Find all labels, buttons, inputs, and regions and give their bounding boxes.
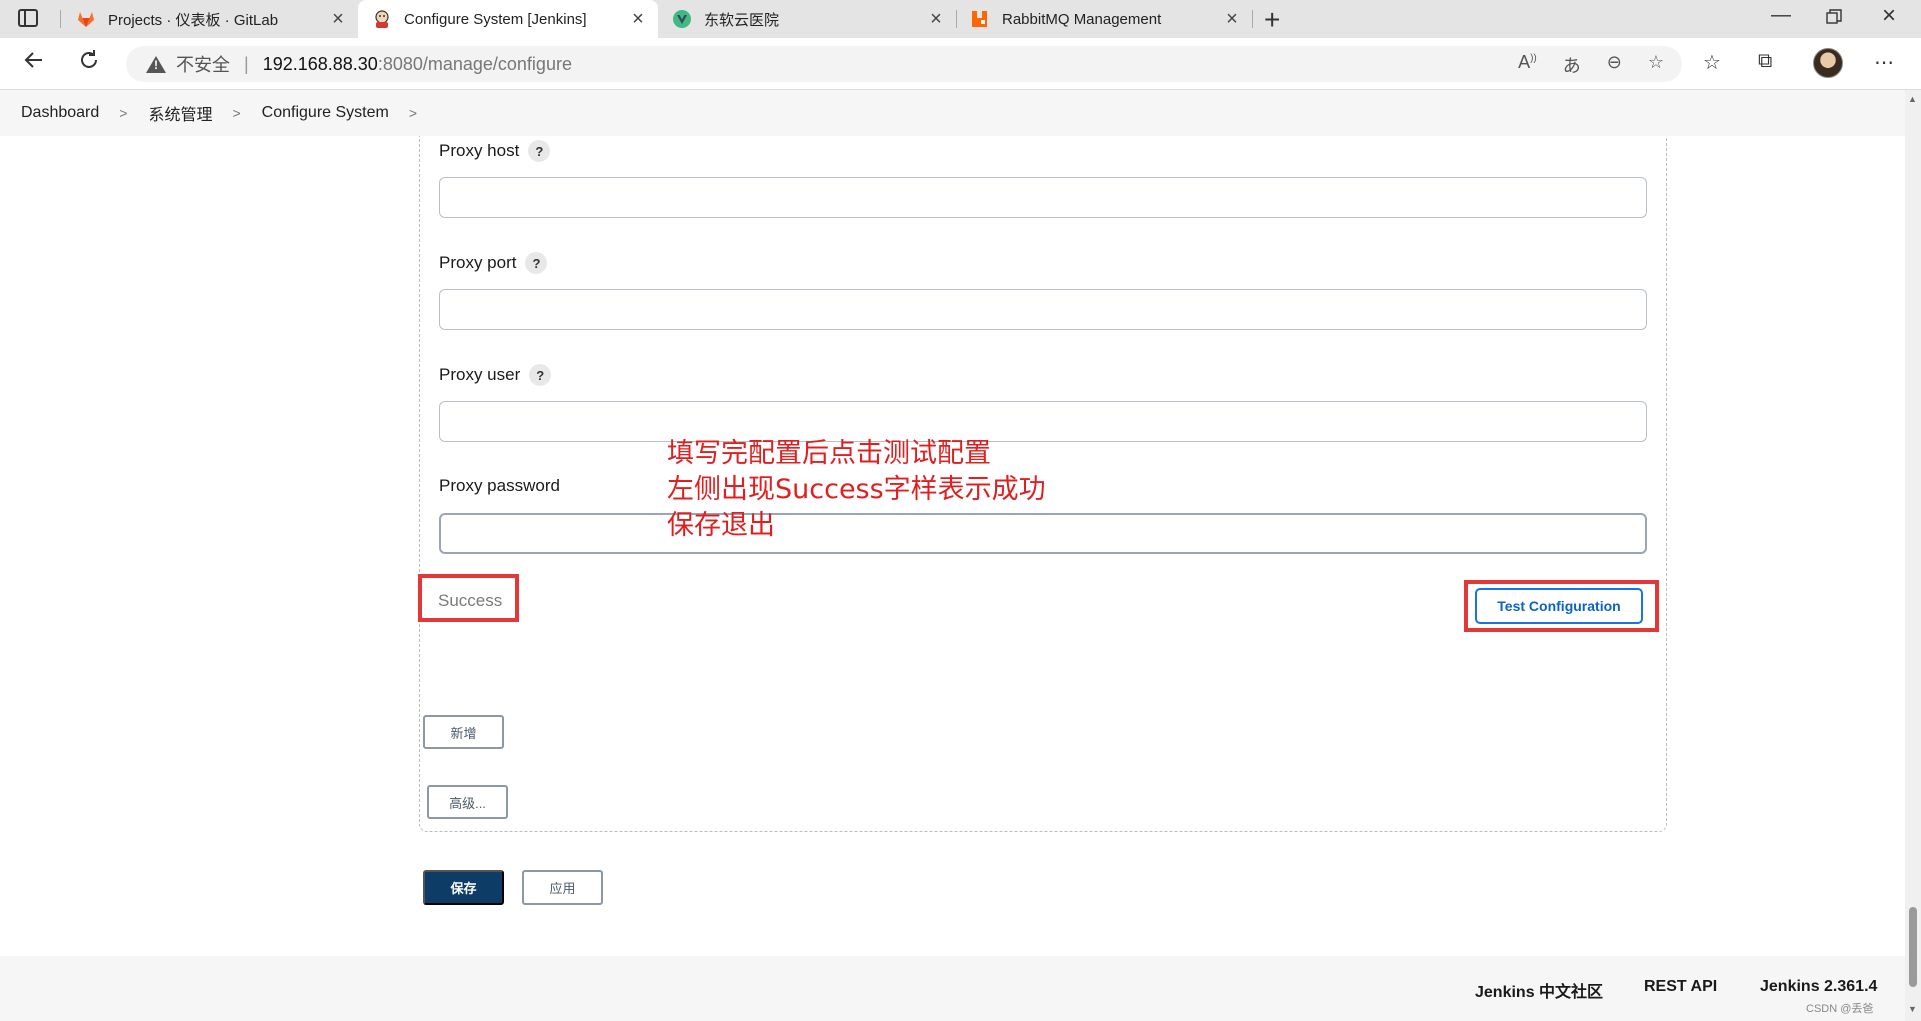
restore-icon[interactable] <box>1826 8 1842 31</box>
tab-actions-icon[interactable] <box>18 9 38 27</box>
add-button[interactable]: 新增 <box>423 715 504 749</box>
save-button[interactable]: 保存 <box>423 870 504 905</box>
main-content: Proxy host ? Proxy port ? Proxy user ? P… <box>0 136 1905 956</box>
url-bar[interactable]: 不安全 | 192.168.88.30 :8080/manage/configu… <box>126 46 1682 82</box>
scrollbar-thumb[interactable] <box>1909 907 1917 987</box>
proxy-user-label: Proxy user ? <box>439 364 552 386</box>
footer-community-link[interactable]: Jenkins 中文社区 <box>1475 978 1603 1002</box>
footer-version-link[interactable]: Jenkins 2.361.4 <box>1760 978 1877 996</box>
security-label: 不安全 <box>176 55 230 75</box>
favorites-icon[interactable]: ☆ <box>1703 50 1721 75</box>
proxy-user-label-text: Proxy user <box>439 365 521 384</box>
annotation-note: 填写完配置后点击测试配置 左侧出现Success字样表示成功 保存退出 <box>667 436 1046 544</box>
apply-button[interactable]: 应用 <box>522 870 603 905</box>
chevron-right-icon[interactable]: > <box>119 105 127 121</box>
page-footer: Jenkins 中文社区 REST API Jenkins 2.361.4 <box>0 956 1905 1021</box>
tab-separator <box>60 10 61 28</box>
proxy-port-label: Proxy port ? <box>439 252 548 274</box>
vertical-scrollbar[interactable]: ▲ ▼ <box>1905 90 1921 1021</box>
more-icon[interactable]: ⋯ <box>1874 50 1894 75</box>
tab-separator <box>1252 10 1253 28</box>
tab-title: RabbitMQ Management <box>1002 10 1162 28</box>
close-icon[interactable]: × <box>1218 8 1246 31</box>
annotation-line: 填写完配置后点击测试配置 <box>667 438 991 469</box>
tab-title: Configure System [Jenkins] <box>404 10 587 28</box>
zoom-out-icon[interactable]: ⊖ <box>1607 52 1622 78</box>
browser-tab-gitlab[interactable]: Projects · 仪表板 · GitLab × <box>62 0 358 38</box>
rabbitmq-icon <box>970 9 990 29</box>
jenkins-icon <box>372 9 392 29</box>
breadcrumb-manage[interactable]: 系统管理 <box>148 101 212 125</box>
url-path: :8080/manage/configure <box>377 53 572 74</box>
proxy-host-label-text: Proxy host <box>439 141 520 160</box>
address-bar-row: 不安全 | 192.168.88.30 :8080/manage/configu… <box>0 38 1921 90</box>
breadcrumb-dashboard[interactable]: Dashboard <box>21 104 99 122</box>
annotation-line: 保存退出 <box>667 510 775 541</box>
proxy-host-input[interactable] <box>439 177 1647 218</box>
test-configuration-button[interactable]: Test Configuration <box>1475 588 1643 624</box>
proxy-password-label: Proxy password <box>439 476 560 496</box>
watermark: CSDN @丢爸 <box>1806 1003 1874 1015</box>
proxy-port-input[interactable] <box>439 289 1647 330</box>
minimize-icon[interactable]: — <box>1771 4 1791 27</box>
gitlab-icon <box>76 9 96 29</box>
url-bar-actions: A)) あ ⊖ ☆ <box>1518 52 1664 78</box>
footer-rest-api-link[interactable]: REST API <box>1644 978 1717 996</box>
browser-tab-strip: Projects · 仪表板 · GitLab × Configure Syst… <box>0 0 1921 38</box>
window-close-icon[interactable]: × <box>1882 2 1896 30</box>
vue-icon <box>672 9 692 29</box>
avatar[interactable] <box>1813 48 1843 78</box>
chevron-right-icon[interactable]: > <box>409 105 417 121</box>
breadcrumb-configure-system[interactable]: Configure System <box>262 104 389 122</box>
annotation-line: 左侧出现Success字样表示成功 <box>667 474 1046 505</box>
breadcrumb: Dashboard > 系统管理 > Configure System > <box>0 90 1905 136</box>
proxy-port-label-text: Proxy port <box>439 253 517 272</box>
translate-icon[interactable]: あ <box>1563 52 1581 78</box>
close-icon[interactable]: × <box>324 8 352 31</box>
close-icon[interactable]: × <box>624 8 652 31</box>
url-divider: | <box>244 53 249 74</box>
test-result-status: Success <box>438 591 503 610</box>
back-icon[interactable] <box>22 48 46 79</box>
proxy-password-label-text: Proxy password <box>439 476 560 495</box>
help-icon[interactable]: ? <box>529 364 552 386</box>
read-aloud-icon[interactable]: A)) <box>1518 52 1537 78</box>
help-icon[interactable]: ? <box>528 140 551 162</box>
scroll-up-icon[interactable]: ▲ <box>1908 94 1917 104</box>
tab-title: 东软云医院 <box>704 11 780 29</box>
advanced-button[interactable]: 高级... <box>427 785 508 819</box>
url-host: 192.168.88.30 <box>262 53 378 74</box>
warning-icon <box>146 55 166 73</box>
add-favorite-icon[interactable]: ☆ <box>1648 52 1664 78</box>
reload-icon[interactable] <box>77 48 101 79</box>
browser-tab-rabbitmq[interactable]: RabbitMQ Management × <box>956 0 1252 38</box>
scroll-down-icon[interactable]: ▼ <box>1908 1004 1917 1014</box>
tab-title: Projects · 仪表板 · GitLab <box>108 11 279 29</box>
collections-icon[interactable]: ⧉ <box>1758 50 1772 73</box>
browser-tab-jenkins[interactable]: Configure System [Jenkins] × <box>358 0 658 38</box>
chevron-right-icon[interactable]: > <box>232 105 240 121</box>
new-tab-icon[interactable]: + <box>1264 4 1280 36</box>
close-icon[interactable]: × <box>922 8 950 31</box>
help-icon[interactable]: ? <box>525 252 548 274</box>
browser-tab-hospital[interactable]: 东软云医院 × <box>658 0 956 38</box>
proxy-host-label: Proxy host ? <box>439 140 551 162</box>
